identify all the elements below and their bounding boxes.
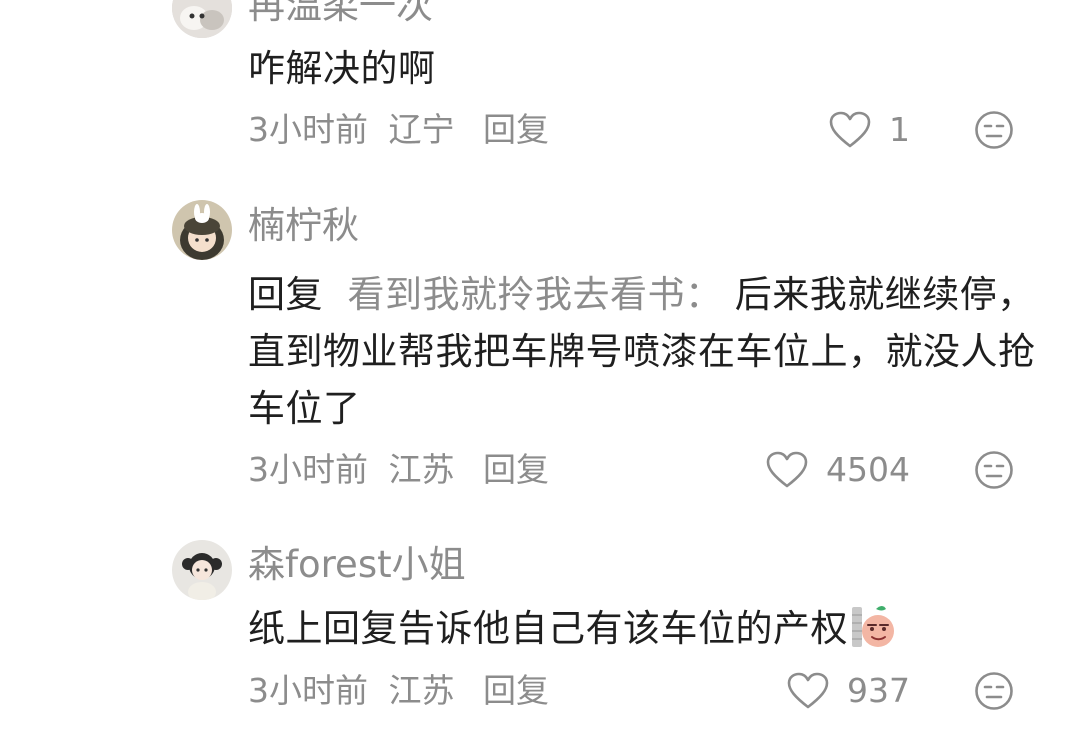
neutral-face-icon — [975, 672, 1013, 710]
comment-meta: 3小时前 辽宁 回复 — [248, 110, 549, 150]
comment-list: 再温柔一次 咋解决的啊 3小时前 辽宁 回复 1 楠柠秋 回复 看到我就拎我去看… — [0, 0, 1080, 746]
reply-prefix: 回复 — [248, 273, 323, 316]
comment-location: 辽宁 — [388, 110, 455, 149]
comment-text: 咋解决的啊 — [248, 47, 436, 90]
comment-text: 纸上回复告诉他自己有该车位的产权 — [248, 600, 1038, 657]
reply-target-username[interactable]: 看到我就拎我去看书： — [348, 273, 723, 316]
avatar-image — [172, 0, 232, 38]
like-count: 1 — [889, 110, 910, 149]
avatar[interactable] — [172, 540, 232, 600]
heart-outline-icon — [766, 451, 808, 488]
comment-location: 江苏 — [388, 450, 455, 489]
avatar-image — [172, 200, 232, 260]
avatar-image — [172, 540, 232, 600]
reply-button[interactable]: 回复 — [483, 450, 549, 490]
comment-time: 3小时前 — [248, 671, 368, 710]
comment-location: 江苏 — [388, 671, 455, 710]
comment-text: 回复 看到我就拎我去看书： 后来我就继续停，直到物业帮我把车牌号喷漆在车位上，就… — [248, 266, 1038, 437]
comment-username[interactable]: 楠柠秋 — [248, 204, 359, 248]
comment-meta: 3小时前 江苏 回复 — [248, 450, 549, 490]
neutral-face-icon — [975, 451, 1013, 489]
like-button[interactable]: 937 — [787, 669, 910, 713]
avatar[interactable] — [172, 200, 232, 260]
heart-outline-icon — [829, 111, 871, 148]
dislike-button[interactable] — [974, 450, 1014, 490]
comment-meta: 3小时前 江苏 回复 — [248, 671, 549, 711]
comment-body: 纸上回复告诉他自己有该车位的产权 — [248, 607, 848, 650]
dislike-button[interactable] — [974, 671, 1014, 711]
comment-time: 3小时前 — [248, 110, 368, 149]
avatar[interactable] — [172, 0, 232, 38]
like-button[interactable]: 1 — [829, 108, 910, 152]
neutral-face-icon — [975, 111, 1013, 149]
dislike-button[interactable] — [974, 110, 1014, 150]
reply-button[interactable]: 回复 — [483, 671, 549, 711]
like-button[interactable]: 4504 — [766, 448, 910, 492]
comment-username[interactable]: 森forest小姐 — [248, 543, 466, 587]
like-count: 4504 — [826, 450, 910, 489]
comment-username[interactable]: 再温柔一次 — [248, 0, 433, 28]
comment-time: 3小时前 — [248, 450, 368, 489]
like-count: 937 — [847, 671, 910, 710]
reply-button[interactable]: 回复 — [483, 110, 549, 150]
heart-outline-icon — [787, 672, 829, 709]
peeking-emoji-sticker — [850, 603, 896, 649]
